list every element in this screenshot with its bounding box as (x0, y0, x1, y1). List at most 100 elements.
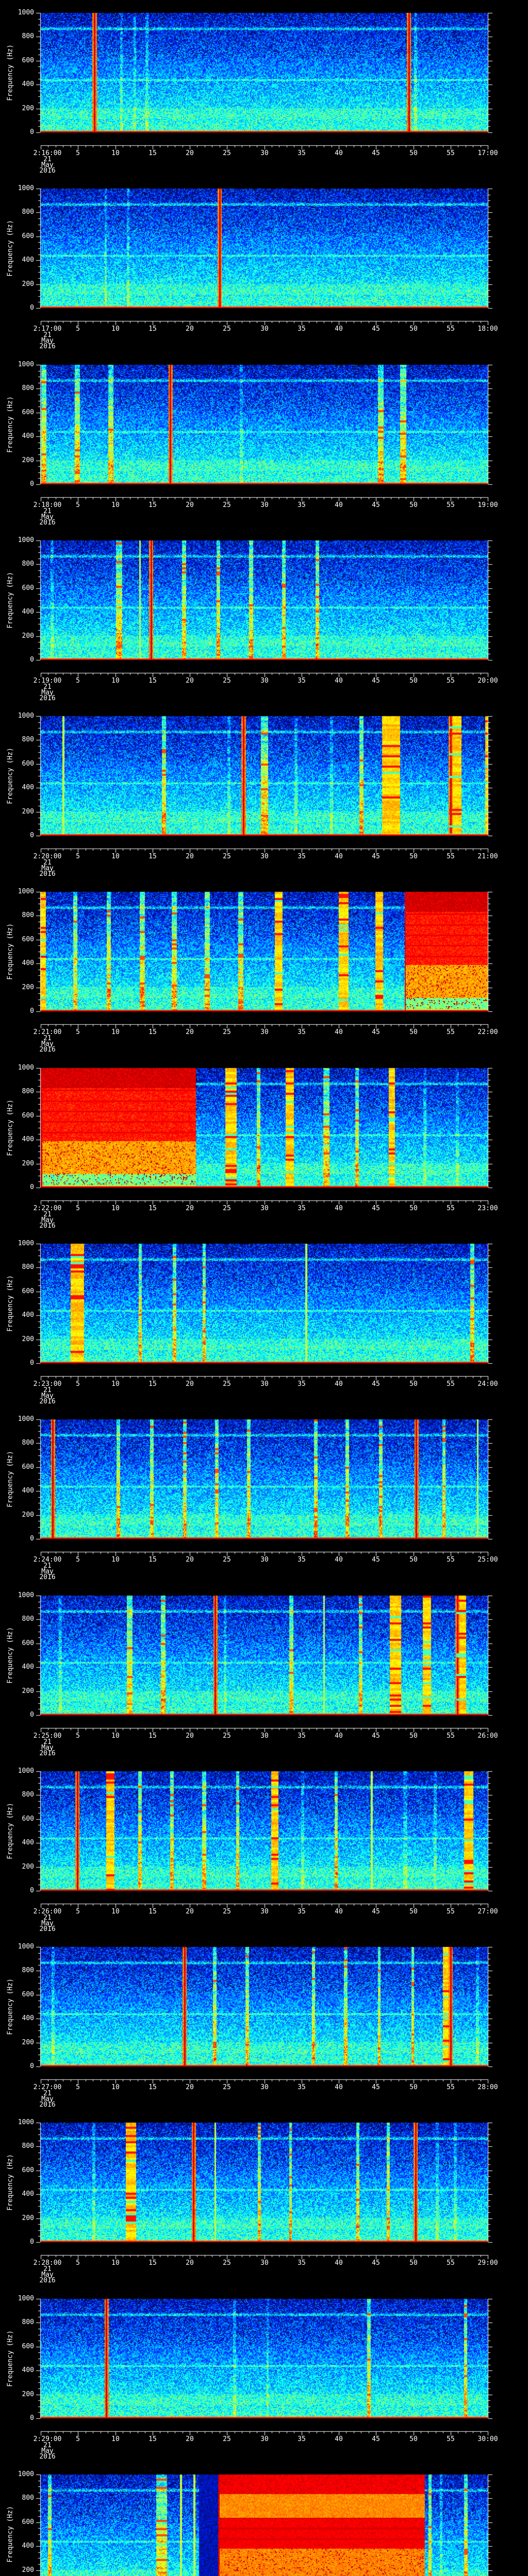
date-line: 2016 (39, 1046, 56, 1054)
freq-axis-title: Frequency (Hz) (6, 1451, 14, 1507)
freq-axis-title: Frequency (Hz) (6, 220, 14, 277)
y-tick-label: 0 (30, 1535, 34, 1543)
x-tick-label: 5 (76, 1205, 80, 1212)
x-tick-label: 50 (409, 1732, 418, 1740)
y-tick-label: 400 (22, 1487, 34, 1495)
x-tick-label: 15 (148, 677, 157, 685)
y-tick-label: 200 (22, 1687, 34, 1695)
freq-axis-title: Frequency (Hz) (6, 396, 14, 453)
x-tick-label: 10 (111, 853, 120, 860)
x-tick-label: 50 (409, 677, 418, 685)
x-tick-label: 50 (409, 2083, 418, 2091)
x-tick-label: 10 (111, 501, 120, 509)
x-end-time-label: 29:00 (477, 2259, 498, 2267)
x-tick-label: 45 (372, 325, 380, 333)
spectrogram-panel: Frequency (Hz) 0 200 400 600 800 1000 2:25:00 5… (0, 1583, 528, 1758)
x-tick-label: 50 (409, 149, 418, 157)
x-tick-label: 45 (372, 2083, 380, 2091)
y-tick-label: 0 (30, 1183, 34, 1191)
y-tick-label: 600 (22, 2166, 34, 2174)
x-tick-label: 40 (335, 325, 343, 333)
y-tick-label: 1000 (18, 1591, 34, 1599)
x-end-time-label: 23:00 (477, 1205, 498, 1212)
y-tick-label: 800 (22, 1263, 34, 1271)
x-tick-label: 50 (409, 1028, 418, 1036)
y-tick-label: 1000 (18, 2119, 34, 2126)
x-tick-label: 25 (223, 1380, 231, 1388)
y-tick-label: 600 (22, 1815, 34, 1823)
x-tick-label: 15 (148, 2435, 157, 2443)
x-end-time-label: 24:00 (477, 1380, 498, 1388)
spectrogram-panel: Frequency (Hz) 0 200 400 600 800 1000 2:22:00 5… (0, 1055, 528, 1231)
x-tick-label: 5 (76, 1556, 80, 1564)
freq-axis-title: Frequency (Hz) (6, 1978, 14, 2035)
y-tick-label: 200 (22, 632, 34, 640)
x-end-time-label: 17:00 (477, 149, 498, 157)
y-tick-label: 600 (22, 936, 34, 943)
y-tick-label: 200 (22, 2039, 34, 2046)
date-line: 2016 (39, 167, 56, 175)
x-tick-label: 55 (447, 2435, 455, 2443)
x-tick-label: 5 (76, 2259, 80, 2267)
x-tick-label: 25 (223, 325, 231, 333)
x-tick-label: 15 (148, 853, 157, 860)
x-tick-label: 45 (372, 1908, 380, 1916)
x-tick-label: 50 (409, 2259, 418, 2267)
x-tick-label: 30 (260, 1205, 269, 1212)
x-tick-label: 30 (260, 1380, 269, 1388)
x-tick-label: 30 (260, 1908, 269, 1916)
x-tick-label: 55 (447, 149, 455, 157)
x-tick-label: 25 (223, 2259, 231, 2267)
x-tick-label: 10 (111, 1732, 120, 1740)
x-tick-label: 10 (111, 149, 120, 157)
x-tick-label: 5 (76, 1028, 80, 1036)
y-tick-label: 800 (22, 911, 34, 919)
x-tick-label: 15 (148, 2259, 157, 2267)
y-tick-label: 600 (22, 409, 34, 416)
y-tick-label: 1000 (18, 2470, 34, 2478)
x-tick-label: 20 (186, 853, 194, 860)
x-end-time-label: 20:00 (477, 677, 498, 685)
x-tick-label: 20 (186, 1732, 194, 1740)
x-tick-label: 30 (260, 853, 269, 860)
spectrogram-panel: Frequency (Hz) 0 200 400 600 800 1000 2:19:00 5… (0, 528, 528, 703)
x-tick-label: 55 (447, 1908, 455, 1916)
y-tick-label: 600 (22, 1463, 34, 1471)
x-tick-label: 40 (335, 677, 343, 685)
x-tick-label: 5 (76, 677, 80, 685)
y-tick-label: 1000 (18, 1943, 34, 1951)
x-tick-label: 5 (76, 2435, 80, 2443)
y-tick-label: 400 (22, 432, 34, 440)
spectrogram-panel: Frequency (Hz) 0 200 400 600 800 1000 2:26:00 5… (0, 1758, 528, 1934)
x-tick-label: 30 (260, 325, 269, 333)
x-tick-label: 45 (372, 2435, 380, 2443)
y-tick-label: 0 (30, 656, 34, 664)
y-tick-label: 400 (22, 608, 34, 616)
y-tick-label: 200 (22, 1863, 34, 1871)
x-tick-label: 25 (223, 2435, 231, 2443)
x-tick-label: 45 (372, 677, 380, 685)
x-tick-label: 30 (260, 1732, 269, 1740)
x-tick-label: 55 (447, 853, 455, 860)
freq-axis-title: Frequency (Hz) (6, 2330, 14, 2387)
freq-axis-title: Frequency (Hz) (6, 748, 14, 804)
freq-axis-title: Frequency (Hz) (6, 2154, 14, 2211)
x-tick-label: 25 (223, 677, 231, 685)
x-tick-label: 20 (186, 1205, 194, 1212)
y-tick-label: 0 (30, 2062, 34, 2070)
x-tick-label: 30 (260, 149, 269, 157)
x-tick-label: 5 (76, 1908, 80, 1916)
x-tick-label: 55 (447, 677, 455, 685)
x-tick-label: 50 (409, 1380, 418, 1388)
x-end-time-label: 19:00 (477, 501, 498, 509)
y-tick-label: 200 (22, 280, 34, 288)
y-tick-label: 800 (22, 736, 34, 743)
y-tick-label: 1000 (18, 536, 34, 544)
x-end-time-label: 18:00 (477, 325, 498, 333)
x-tick-label: 10 (111, 325, 120, 333)
y-tick-label: 1000 (18, 2295, 34, 2302)
x-tick-label: 15 (148, 2083, 157, 2091)
x-tick-label: 10 (111, 2259, 120, 2267)
spectrogram-panel: Frequency (Hz) 0 200 400 600 800 1000 2:24:00 5… (0, 1406, 528, 1582)
x-tick-label: 40 (335, 1556, 343, 1564)
